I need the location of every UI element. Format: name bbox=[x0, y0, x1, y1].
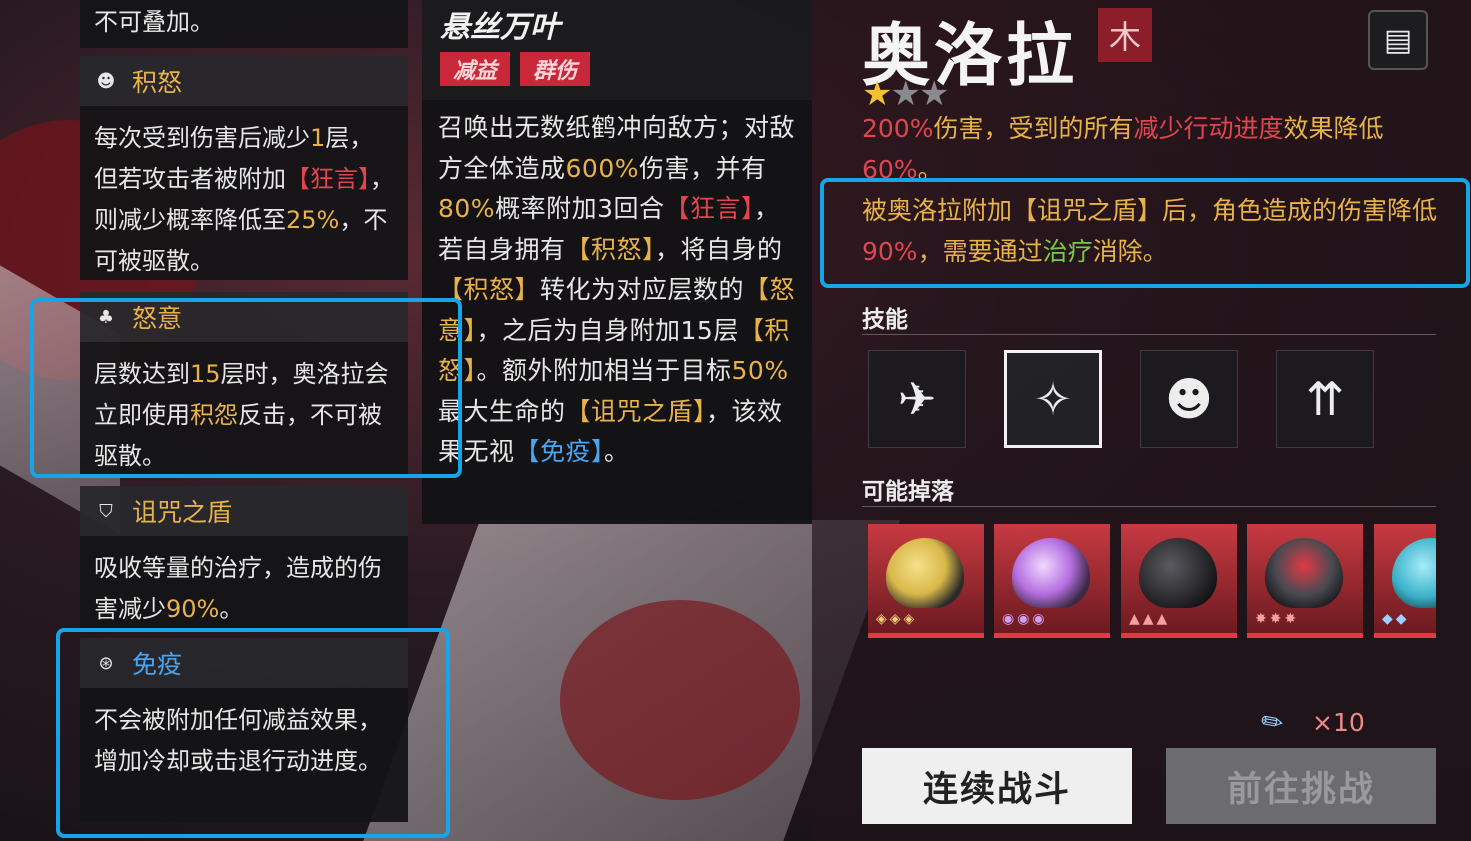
divider bbox=[862, 506, 1436, 507]
text: 每次受到伤害后减少 bbox=[94, 124, 310, 152]
black-helmet-gear-icon bbox=[1139, 538, 1217, 608]
effect-title: 诅咒之盾 bbox=[132, 498, 233, 527]
text: 效果降低 bbox=[1283, 114, 1384, 143]
buildings-buff-icon: ⇈ bbox=[1305, 372, 1345, 426]
continue-battle-button[interactable]: 连续战斗 bbox=[862, 748, 1132, 824]
effect-desc-curse-shield: 吸收等量的治疗，造成的伤害减少90%。 bbox=[80, 536, 408, 628]
paper-crane-icon: ✈ bbox=[897, 372, 937, 426]
text-highlight: 【狂言】 bbox=[286, 165, 370, 193]
text: ，之后为自身附加15层 bbox=[476, 315, 739, 345]
drop-rarity-marks: ◉◉◉ bbox=[1002, 611, 1048, 627]
tag-aoe: 群伤 bbox=[520, 52, 590, 86]
divider bbox=[862, 334, 1436, 335]
text-highlight: 1 bbox=[310, 124, 326, 152]
drops-section-label: 可能掉落 bbox=[862, 479, 954, 505]
text-highlight: 25% bbox=[286, 206, 340, 234]
skill-slot-4[interactable]: ⇈ bbox=[1276, 350, 1374, 448]
mask-icon: ☻ bbox=[1165, 372, 1213, 426]
effect-title: 积怒 bbox=[132, 68, 183, 97]
text-highlight: 【积怒】 bbox=[565, 234, 656, 264]
text-highlight: 减少行动进度 bbox=[1133, 114, 1284, 143]
drop-item-1[interactable]: ◈◈◈ bbox=[868, 524, 984, 638]
text: ，将自身的 bbox=[655, 234, 783, 264]
text: 。 bbox=[604, 437, 630, 466]
drop-item-2[interactable]: ◉◉◉ bbox=[994, 524, 1110, 638]
skills-section-label: 技能 bbox=[862, 307, 908, 333]
skill-slot-3[interactable]: ☻ bbox=[1140, 350, 1238, 448]
effect-header-curse-shield: ⛉ 诅咒之盾 bbox=[80, 486, 408, 536]
shield-icon: ⛉ bbox=[99, 500, 113, 522]
effect-header-accumulated-rage: ☻ 积怒 bbox=[80, 56, 408, 106]
text: 概率附加3回合 bbox=[495, 194, 665, 223]
text-highlight: 50% bbox=[731, 356, 789, 385]
annotation-box-immunity bbox=[56, 628, 450, 838]
drop-item-4[interactable]: ✸✸✸ bbox=[1247, 524, 1363, 638]
skill-name: 悬丝万叶 bbox=[440, 10, 560, 45]
drop-rarity-marks: ◆◆ bbox=[1382, 611, 1410, 627]
text: 伤害，受到的所有 bbox=[933, 114, 1134, 143]
gold-sphere-gear-icon bbox=[886, 538, 964, 608]
annotation-box-fury bbox=[30, 298, 462, 478]
text-highlight: 90% bbox=[166, 595, 220, 623]
text: 。额外附加相当于目标 bbox=[476, 356, 732, 385]
class-emblem-icon: 木 bbox=[1098, 8, 1152, 62]
text-highlight: 【诅咒之盾】 bbox=[565, 396, 707, 426]
drop-rarity-marks: ◈◈◈ bbox=[876, 611, 918, 627]
drop-item-3[interactable]: ▲▲▲ bbox=[1121, 524, 1237, 638]
annotation-box-shield bbox=[820, 178, 1470, 288]
crane-flight-icon: ✧ bbox=[1033, 372, 1073, 426]
text: 转化为对应层数的 bbox=[540, 275, 745, 304]
effect-fragment-text: 不可叠加。 bbox=[94, 8, 214, 36]
book-icon[interactable]: ▤ bbox=[1368, 10, 1428, 70]
text-highlight: 600% bbox=[565, 153, 639, 183]
ticket-count: ×10 bbox=[1312, 708, 1365, 737]
skill-slot-2[interactable]: ✧ bbox=[1004, 350, 1102, 448]
go-challenge-button[interactable]: 前往挑战 bbox=[1166, 748, 1436, 824]
effect-desc-accumulated-rage: 每次受到伤害后减少1层，但若攻击者被附加【狂言】，则减少概率降低至25%，不可被… bbox=[80, 106, 408, 280]
drop-item-5[interactable]: ◆◆ bbox=[1374, 524, 1436, 638]
drop-rarity-marks: ▲▲▲ bbox=[1129, 611, 1171, 627]
skill-slot-1[interactable]: ✈ bbox=[868, 350, 966, 448]
text-highlight: 【狂言】 bbox=[664, 194, 755, 223]
skill-description: 召唤出无数纸鹤冲向敌方；对敌方全体造成600%伤害，并有80%概率附加3回合【狂… bbox=[422, 100, 812, 524]
red-horn-helmet-gear-icon bbox=[1265, 538, 1343, 608]
drop-rarity-marks: ✸✸✸ bbox=[1255, 611, 1300, 627]
effect-fragment: 不可叠加。 bbox=[80, 0, 408, 48]
text-highlight: 【免疫】 bbox=[514, 437, 605, 466]
text-highlight: 80% bbox=[438, 194, 496, 223]
text: 。 bbox=[219, 595, 244, 623]
text: 200% bbox=[862, 114, 934, 143]
text: 伤害，并有 bbox=[639, 153, 767, 183]
purple-sphere-gear-icon bbox=[1012, 538, 1090, 608]
cyan-visor-gear-icon bbox=[1392, 538, 1436, 608]
tag-debuff: 减益 bbox=[440, 52, 510, 86]
skull-icon: ☻ bbox=[96, 70, 116, 92]
